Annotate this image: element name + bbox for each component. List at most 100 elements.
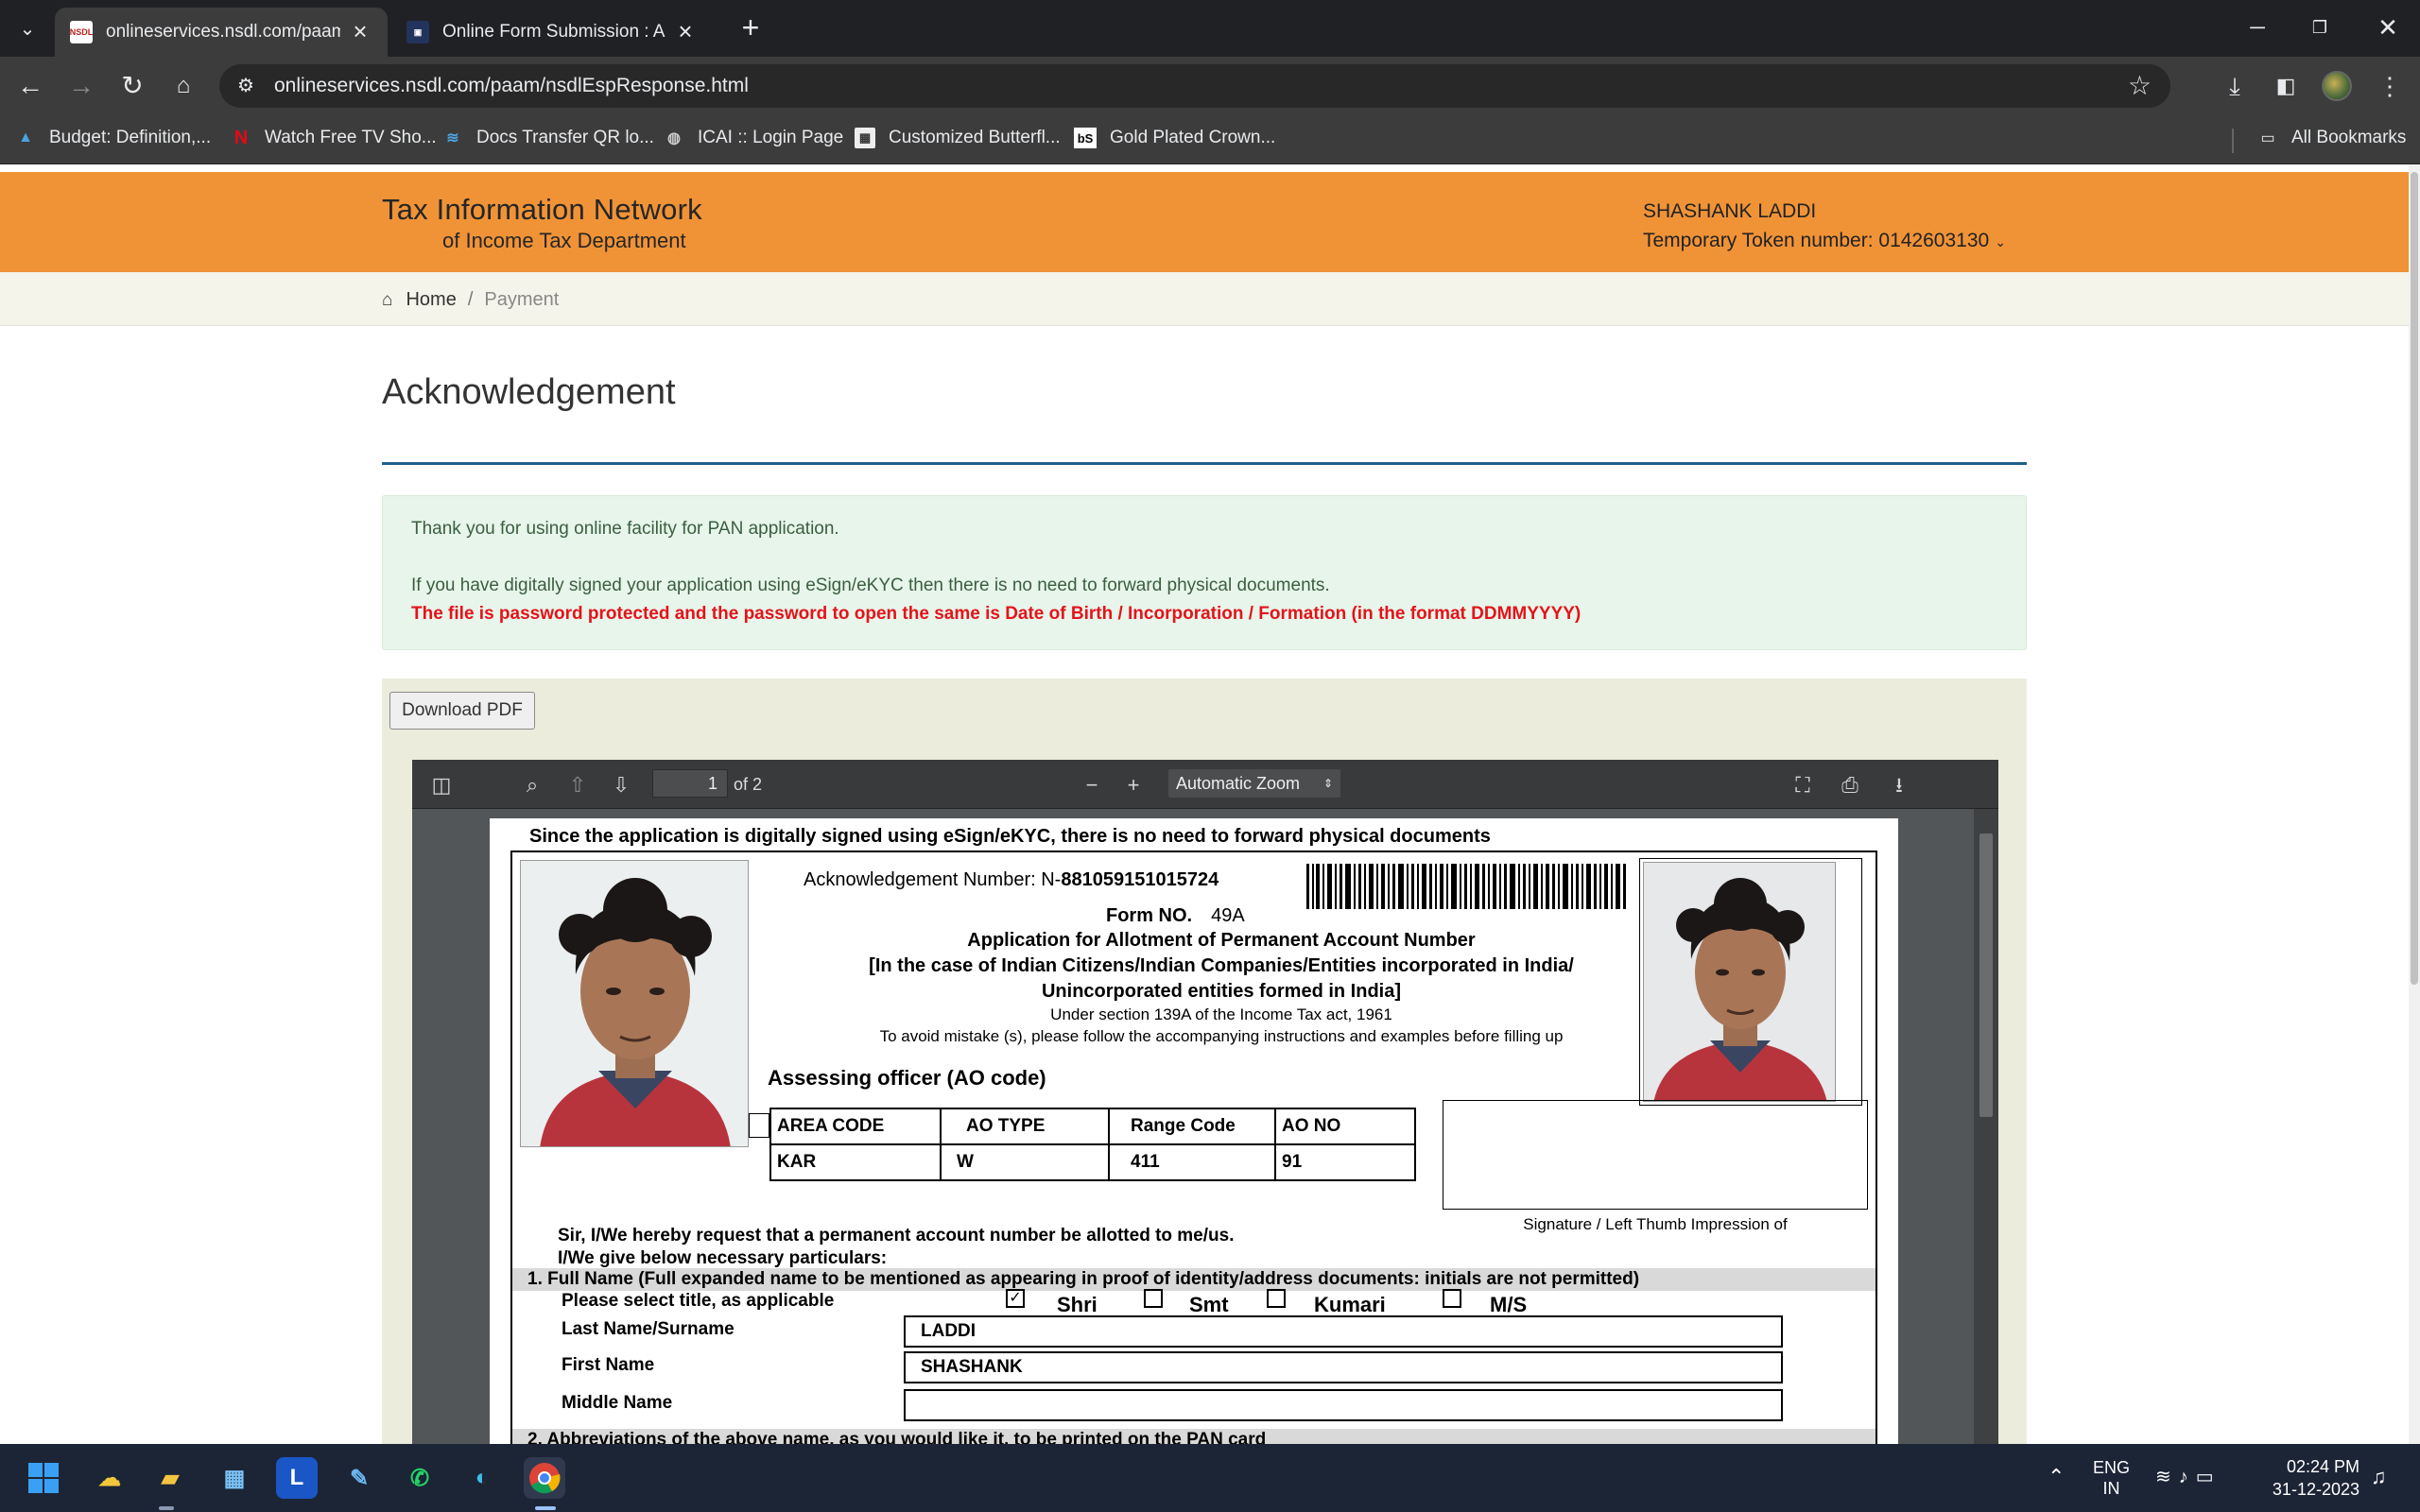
- show-hidden-icons-button[interactable]: ⌃: [2048, 1465, 2065, 1489]
- zoom-out-icon[interactable]: −: [1078, 771, 1106, 799]
- page-scrollbar[interactable]: [2409, 164, 2420, 1444]
- url-text[interactable]: onlineservices.nsdl.com/paam/nsdlEspResp…: [274, 75, 749, 97]
- last-name-label: Last Name/Surname: [562, 1319, 735, 1339]
- whatsapp-app[interactable]: ✆: [399, 1457, 441, 1499]
- tab-nsdl-response[interactable]: NSDL onlineservices.nsdl.com/paam/nsdlEs…: [55, 8, 388, 57]
- bookmark-label: Budget: Definition,...: [49, 128, 212, 147]
- clock-time: 02:24 PM: [2286, 1457, 2360, 1476]
- profile-avatar[interactable]: [2322, 71, 2352, 101]
- chrome-icon: [529, 1463, 561, 1494]
- section-1-heading: 1. Full Name (Full expanded name to be m…: [512, 1268, 1876, 1291]
- pdf-toolbar: ◫ ⌕ ⇧ ⇩ of 2 − + Automatic Zoom ⇕ ⛶ ⎙ ⭳: [412, 760, 1998, 809]
- l-app[interactable]: L: [276, 1457, 318, 1499]
- windows-taskbar: ☁ ▰ ▦ L ✎ ✆ ◐ ⌃ ENG IN ≋♪▭ 02:24 PM 31-1…: [0, 1444, 2420, 1512]
- breadcrumb-home-link[interactable]: Home: [406, 289, 456, 311]
- edge-app[interactable]: ◐: [461, 1457, 503, 1499]
- netflix-icon: N: [233, 127, 249, 148]
- close-icon: ✕: [2377, 13, 2398, 42]
- scrollbar-thumb[interactable]: [2411, 172, 2418, 985]
- address-bar[interactable]: ⚙ onlineservices.nsdl.com/paam/nsdlEspRe…: [219, 64, 2170, 108]
- chrome-app[interactable]: [524, 1457, 565, 1499]
- minimize-icon: ─: [2250, 15, 2265, 39]
- restore-button[interactable]: ❐: [2291, 9, 2348, 45]
- all-bookmarks-button[interactable]: ▭ All Bookmarks: [2257, 128, 2406, 148]
- downloads-button[interactable]: ⤓: [2216, 67, 2254, 105]
- bookmark-budget[interactable]: ▲ Budget: Definition,...: [15, 128, 211, 148]
- zoom-in-icon[interactable]: +: [1119, 771, 1148, 799]
- volume-icon: ♪: [2178, 1467, 2196, 1487]
- fullscreen-icon[interactable]: ⛶: [1789, 771, 1817, 799]
- bookmark-docs-transfer[interactable]: ≋ Docs Transfer QR lo...: [442, 128, 654, 148]
- title-option-shri: Shri: [1057, 1293, 1098, 1316]
- side-panel-button[interactable]: ◧: [2267, 67, 2305, 105]
- next-page-icon[interactable]: ⇩: [607, 771, 635, 799]
- form-frame: Acknowledgement Number: N-88105915101572…: [510, 850, 1877, 1444]
- site-info-icon[interactable]: ⚙: [233, 73, 259, 99]
- bookmark-icai-login[interactable]: ◍ ICAI :: Login Page: [664, 128, 843, 148]
- select-arrows-icon: ⇕: [1322, 777, 1333, 790]
- ao-value-cell: 91: [1274, 1143, 1416, 1181]
- tab-online-form[interactable]: ▣ Online Form Submission : Apply ×: [391, 8, 713, 57]
- active-indicator: [535, 1506, 556, 1510]
- bookmark-watch-free-tv[interactable]: N Watch Free TV Sho...: [231, 128, 437, 148]
- barcode: [1306, 864, 1626, 909]
- bookmark-star-icon[interactable]: ☆: [2128, 70, 2152, 101]
- back-button[interactable]: ←: [11, 67, 49, 105]
- new-tab-button[interactable]: +: [734, 11, 768, 45]
- zoom-select[interactable]: Automatic Zoom ⇕: [1168, 769, 1340, 798]
- close-icon[interactable]: ×: [348, 19, 372, 44]
- checkbox-ms: [1443, 1289, 1461, 1308]
- tab-search-button[interactable]: ⌄: [9, 11, 45, 45]
- page-number-input[interactable]: [652, 769, 728, 798]
- site-header: Tax Information Network of Income Tax De…: [0, 172, 2409, 272]
- file-explorer-app[interactable]: ▰: [149, 1457, 191, 1499]
- download-pdf-button[interactable]: Download PDF: [389, 692, 535, 730]
- chevron-down-icon: ⌄: [19, 18, 36, 40]
- scrollbar-thumb[interactable]: [1979, 833, 1993, 1117]
- whatsapp-icon: ✆: [409, 1465, 430, 1491]
- checkbox-shri: ✓: [1006, 1289, 1025, 1308]
- notifications-button[interactable]: ♫: [2371, 1465, 2387, 1489]
- title-line3: Unincorporated entities formed in India]: [1041, 981, 1402, 1002]
- arrow-right-icon: →: [68, 71, 95, 100]
- search-icon[interactable]: ⌕: [518, 771, 546, 799]
- print-icon[interactable]: ⎙: [1836, 771, 1864, 799]
- close-window-button[interactable]: ✕: [2360, 9, 2416, 45]
- previous-page-icon[interactable]: ⇧: [563, 771, 592, 799]
- signature-caption: Signature / Left Thumb Impression of: [1523, 1215, 1788, 1233]
- clock[interactable]: 02:24 PM 31-12-2023: [2269, 1455, 2360, 1501]
- more-vertical-icon: ⋮: [2377, 72, 2402, 100]
- windows-logo-icon: [28, 1463, 59, 1493]
- start-button[interactable]: [23, 1457, 64, 1499]
- browser-toolbar: ← → ↻ ⌂ ⚙ onlineservices.nsdl.com/paam/n…: [0, 57, 2420, 115]
- page-title: Acknowledgement: [382, 372, 676, 412]
- applicant-photo-right: [1643, 862, 1836, 1102]
- home-icon: ⌂: [176, 73, 191, 98]
- design-app[interactable]: ✎: [338, 1457, 380, 1499]
- pdf-scrollbar[interactable]: [1974, 809, 1998, 1444]
- system-tray-icons[interactable]: ≋♪▭: [2155, 1465, 2221, 1488]
- tin-logo[interactable]: Tax Information Network of Income Tax De…: [382, 193, 702, 253]
- ao-heading: Assessing officer (AO code): [768, 1066, 1046, 1090]
- home-button[interactable]: ⌂: [164, 67, 202, 105]
- bookmark-customized-butterfly[interactable]: ▦ Customized Butterfl...: [855, 128, 1061, 148]
- close-icon[interactable]: ×: [673, 19, 698, 44]
- sidebar-toggle-icon[interactable]: ◫: [427, 771, 456, 799]
- web-page: Tax Information Network of Income Tax De…: [0, 164, 2409, 1444]
- widgets-app[interactable]: ☁: [89, 1457, 130, 1499]
- arrow-left-icon: ←: [17, 71, 43, 100]
- bookmark-gold-plated-crown[interactable]: bS Gold Plated Crown...: [1074, 128, 1275, 148]
- language-indicator[interactable]: ENG IN: [2093, 1457, 2130, 1499]
- first-name-field: SHASHANK: [904, 1351, 1783, 1383]
- save-icon[interactable]: ⭳: [1885, 771, 1913, 799]
- reload-button[interactable]: ↻: [113, 67, 151, 105]
- token-dropdown[interactable]: Temporary Token number: 0142603130 ⌄: [1643, 226, 2006, 257]
- design-app-icon: ✎: [349, 1465, 370, 1491]
- form-no-value: 49A: [1211, 905, 1245, 926]
- tab-title: onlineservices.nsdl.com/paam/nsdlEspResp…: [106, 22, 340, 42]
- microsoft-store-app[interactable]: ▦: [214, 1457, 255, 1499]
- forward-button[interactable]: →: [62, 67, 100, 105]
- minimize-button[interactable]: ─: [2229, 9, 2286, 45]
- language-line1: ENG: [2093, 1458, 2131, 1477]
- browser-menu-button[interactable]: ⋮: [2371, 67, 2409, 105]
